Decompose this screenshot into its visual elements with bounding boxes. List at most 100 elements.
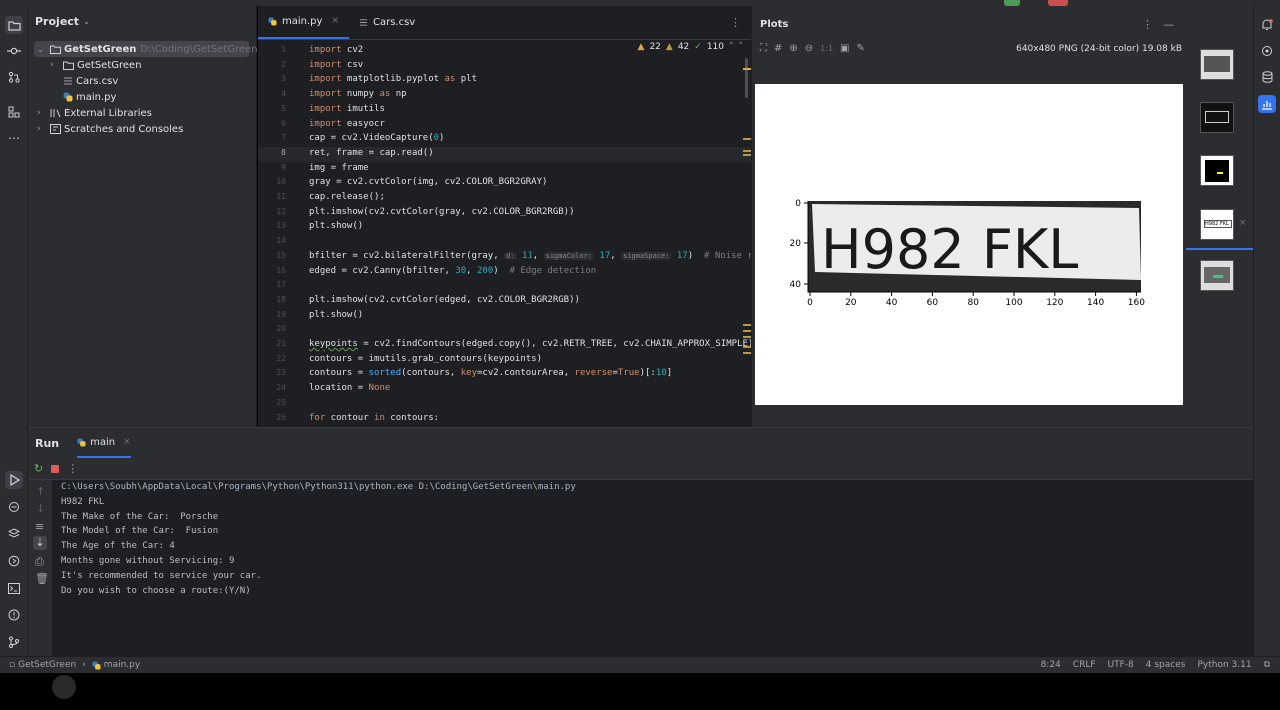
python-file-icon (63, 92, 73, 102)
tree-item-label: GetSetGreen (64, 43, 137, 55)
breadcrumb-project[interactable]: GetSetGreen (18, 660, 76, 670)
structure-icon[interactable] (5, 103, 23, 121)
run-tab-main[interactable]: main × (77, 428, 131, 458)
y-tick-label: 40 (790, 280, 802, 290)
tree-item-csv[interactable]: Cars.csv (63, 73, 118, 89)
tree-item-label: Cars.csv (76, 75, 119, 87)
stop-icon[interactable] (51, 464, 60, 473)
commit-icon[interactable] (5, 42, 23, 60)
line-number: 9 (281, 162, 286, 172)
actual-size-button[interactable]: 1:1 (820, 44, 833, 53)
services-icon[interactable] (5, 552, 23, 570)
plot-thumbnail-selected[interactable]: H982 FKL (1200, 209, 1234, 240)
line-ending[interactable]: CRLF (1073, 660, 1096, 670)
color-picker-icon[interactable]: ✎ (857, 43, 865, 54)
python-interpreter[interactable]: Python 3.11 (1197, 660, 1251, 670)
plot-thumbnail[interactable] (1200, 49, 1234, 80)
more-tools-icon[interactable]: ⋯ (5, 129, 23, 147)
tree-item-python[interactable]: main.py (63, 89, 116, 105)
plots-tool-icon[interactable] (1258, 95, 1276, 113)
line-number: 19 (276, 309, 286, 319)
screen-bottom-edge (0, 673, 1280, 710)
layers-icon[interactable] (5, 525, 23, 543)
caret-position[interactable]: 8:24 (1041, 660, 1061, 670)
line-number: 1 (281, 45, 286, 54)
x-tick-label: 120 (1046, 298, 1063, 308)
chevron-down-icon[interactable]: ⌄ (37, 45, 50, 54)
zoom-out-icon[interactable]: ⊖ (805, 43, 813, 54)
more-options-icon[interactable]: ⋮ (67, 462, 78, 475)
grid-icon[interactable]: # (774, 43, 782, 54)
tree-item-project-root[interactable]: ⌄ GetSetGreen D:\Coding\GetSetGreen (37, 41, 258, 57)
line-number: 4 (281, 89, 286, 99)
line-number: 13 (276, 221, 286, 231)
scroll-to-end-icon[interactable]: ⇣ (33, 536, 47, 550)
soft-wrap-icon[interactable]: ≡ (35, 520, 44, 533)
chevron-down-icon[interactable]: ⌄ (83, 17, 90, 26)
library-icon (50, 108, 61, 118)
tab-main-py[interactable]: main.py × (258, 6, 349, 39)
line-number: 15 (276, 250, 286, 260)
python-packages-icon[interactable] (5, 498, 23, 516)
git-icon[interactable] (5, 633, 23, 651)
console-line: The Age of the Car: 4 (61, 541, 175, 552)
trash-icon[interactable]: 🗑 (35, 572, 49, 585)
run-panel-header: Run main × (28, 428, 1253, 458)
background-icon[interactable]: ▣ (840, 43, 849, 54)
csv-file-icon (63, 76, 73, 86)
right-tool-strip (1253, 6, 1280, 656)
print-icon[interactable]: ⎙ (35, 555, 44, 569)
chevron-right-icon[interactable]: › (37, 124, 50, 134)
zoom-in-icon[interactable]: ⊕ (789, 43, 797, 54)
tree-item-label: Scratches and Consoles (64, 123, 184, 135)
tree-item-scratches[interactable]: › Scratches and Consoles (37, 121, 183, 137)
line-number: 10 (276, 177, 286, 187)
plot-thumbnail[interactable] (1200, 155, 1234, 186)
database-icon[interactable] (1258, 68, 1276, 86)
chevron-up-icon[interactable]: ˄ (729, 42, 734, 52)
plot-toolbar: ⛶ # ⊕ ⊖ 1:1 ▣ ✎ (760, 43, 865, 54)
run-tool-icon[interactable] (5, 471, 23, 489)
chevron-right-icon[interactable]: › (37, 108, 50, 118)
chevron-down-icon[interactable]: ˅ (739, 42, 744, 52)
run-panel: Run main × ↻ ⋮ ↑ ↓ ≡ ⇣ ⎙ 🗑 C:\Users\Soub… (28, 427, 1253, 657)
console-output[interactable]: C:\Users\Soubh\AppData\Local\Programs\Py… (61, 480, 1253, 598)
close-icon[interactable]: × (123, 437, 131, 447)
lock-icon[interactable]: ⧉ (1264, 660, 1270, 670)
problems-icon[interactable] (5, 606, 23, 624)
more-options-icon[interactable]: ⋮ (1142, 18, 1153, 31)
python-file-icon (77, 437, 86, 447)
code-editor[interactable]: main.py × Cars.csv ⋮ ▲ 22 ▲ 42 ✓ 110 ˄ ˅… (258, 6, 751, 427)
indent-setting[interactable]: 4 spaces (1146, 660, 1186, 670)
pull-requests-icon[interactable] (5, 68, 23, 86)
tree-item-folder[interactable]: › GetSetGreen (50, 57, 142, 73)
plot-thumbnail[interactable] (1200, 102, 1234, 133)
tab-cars-csv[interactable]: Cars.csv (349, 6, 425, 39)
line-number: 20 (276, 324, 286, 334)
ai-assistant-icon[interactable] (1258, 42, 1276, 60)
x-tick-label: 160 (1128, 298, 1145, 308)
arrow-down-icon[interactable]: ↓ (36, 502, 45, 515)
editor-scrollbar[interactable] (743, 56, 751, 427)
line-number: 21 (276, 339, 286, 348)
more-options-icon[interactable]: ⋮ (730, 6, 751, 39)
inspection-widget[interactable]: ▲ 22 ▲ 42 ✓ 110 ˄ ˅ (638, 42, 743, 52)
left-tool-strip: ⋯ (0, 6, 28, 656)
project-panel-header[interactable]: Project ⌄ (28, 6, 256, 36)
chevron-right-icon[interactable]: › (50, 60, 63, 70)
terminal-icon[interactable] (5, 579, 23, 597)
tree-item-external-libraries[interactable]: › External Libraries (37, 105, 152, 121)
minimize-icon[interactable]: — (1163, 18, 1174, 31)
notifications-icon[interactable] (1258, 16, 1276, 34)
folder-icon[interactable] (5, 16, 23, 34)
plot-thumbnail[interactable] (1200, 260, 1234, 291)
file-encoding[interactable]: UTF-8 (1108, 660, 1134, 670)
close-icon[interactable]: × (1239, 218, 1247, 228)
arrow-up-icon[interactable]: ↑ (36, 485, 45, 498)
module-icon: ▫ (9, 660, 16, 670)
fit-icon[interactable]: ⛶ (760, 43, 767, 54)
tab-label: main.py (282, 15, 323, 27)
breadcrumb-file[interactable]: main.py (104, 660, 140, 670)
rerun-icon[interactable]: ↻ (34, 462, 43, 475)
close-icon[interactable]: × (331, 16, 339, 26)
